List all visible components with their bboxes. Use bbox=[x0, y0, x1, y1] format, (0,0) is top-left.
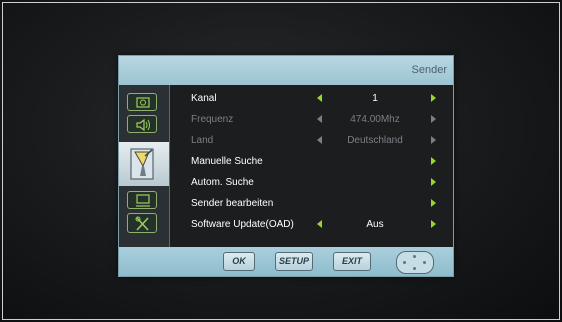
menu-title-bar: Sender bbox=[119, 56, 453, 85]
menu-title: Sender bbox=[411, 64, 447, 76]
left-arrow-icon bbox=[317, 115, 322, 123]
left-arrow-icon bbox=[317, 136, 322, 144]
ok-button[interactable]: OK bbox=[223, 252, 255, 271]
row-value: 474.00Mhz bbox=[350, 114, 400, 125]
row-value: 1 bbox=[372, 93, 378, 104]
picture-icon[interactable] bbox=[127, 93, 157, 111]
row-kanal[interactable]: Kanal 1 bbox=[187, 89, 447, 109]
tools-icon[interactable] bbox=[127, 213, 157, 233]
right-arrow-icon[interactable] bbox=[431, 157, 436, 165]
row-software-update[interactable]: Software Update(OAD) Aus bbox=[187, 215, 447, 235]
right-arrow-icon bbox=[431, 136, 436, 144]
right-arrow-icon[interactable] bbox=[431, 178, 436, 186]
row-label: Manuelle Suche bbox=[191, 156, 263, 167]
exit-button[interactable]: EXIT bbox=[333, 252, 371, 271]
row-autom-suche[interactable]: Autom. Suche bbox=[187, 173, 447, 193]
right-arrow-icon[interactable] bbox=[431, 220, 436, 228]
sound-icon[interactable] bbox=[127, 115, 157, 133]
left-arrow-icon[interactable] bbox=[317, 220, 322, 228]
row-sender-bearbeiten[interactable]: Sender bearbeiten bbox=[187, 194, 447, 214]
row-land: Land Deutschland bbox=[187, 131, 447, 151]
menu-rows: Kanal 1 Frequenz 474.00Mhz Land Deutschl… bbox=[187, 85, 453, 247]
row-value: Deutschland bbox=[347, 135, 403, 146]
screen-icon[interactable] bbox=[127, 191, 157, 209]
right-arrow-icon bbox=[431, 115, 436, 123]
row-frequenz: Frequenz 474.00Mhz bbox=[187, 110, 447, 130]
satellite-dish-icon[interactable] bbox=[119, 142, 169, 186]
row-label: Software Update(OAD) bbox=[191, 219, 294, 230]
right-arrow-icon[interactable] bbox=[431, 199, 436, 207]
left-arrow-icon[interactable] bbox=[317, 94, 322, 102]
row-label: Frequenz bbox=[191, 114, 234, 125]
row-label: Sender bearbeiten bbox=[191, 198, 274, 209]
osd-menu: Sender Kanal 1 Frequenz 474.00Mhz Land D… bbox=[118, 55, 454, 277]
menu-footer: OK SETUP EXIT bbox=[119, 247, 453, 276]
row-label: Kanal bbox=[191, 93, 217, 104]
row-value: Aus bbox=[366, 219, 384, 230]
dpad-icon bbox=[396, 251, 434, 274]
row-manuelle-suche[interactable]: Manuelle Suche bbox=[187, 152, 447, 172]
setup-button[interactable]: SETUP bbox=[275, 252, 313, 271]
row-label: Land bbox=[191, 135, 214, 146]
row-label: Autom. Suche bbox=[191, 177, 254, 188]
right-arrow-icon[interactable] bbox=[431, 94, 436, 102]
menu-sidebar bbox=[119, 85, 170, 247]
